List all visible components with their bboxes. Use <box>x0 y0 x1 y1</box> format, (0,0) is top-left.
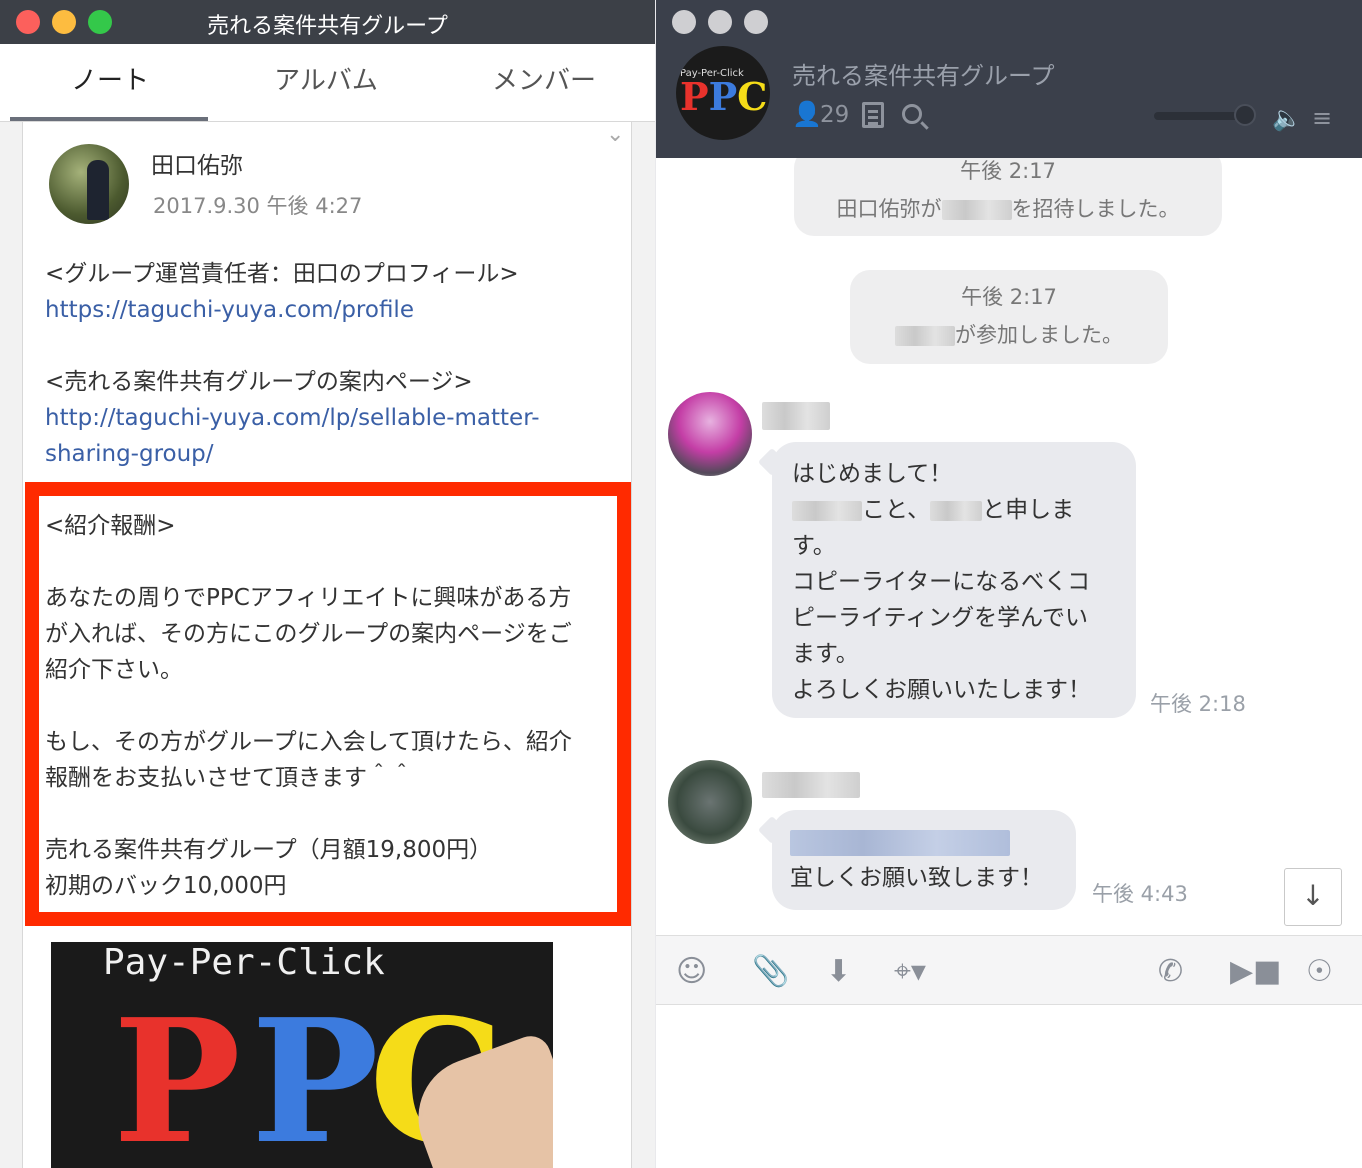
tab-member[interactable]: メンバー <box>444 60 644 97</box>
search-icon[interactable] <box>902 104 922 124</box>
referral-text: もし、その方がグループに入会して頂けたら、紹介 <box>45 729 572 755</box>
profile-link[interactable]: https://taguchi-yuya.com/profile <box>45 292 615 328</box>
live-icon[interactable]: ☉ <box>1306 954 1333 989</box>
scroll-down-button[interactable]: ↓ <box>1284 868 1342 926</box>
message-bubble[interactable]: 宜しくお願い致します！ <box>772 810 1076 910</box>
image-subtitle: Pay-Per-Click <box>103 942 385 983</box>
phone-icon[interactable]: ✆ <box>1158 954 1183 989</box>
post-date: 2017.9.30 午後 4:27 <box>153 194 363 218</box>
referral-text: 売れる案件共有グループ（月額19,800円） <box>45 837 493 863</box>
group-avatar[interactable]: Pay-Per-Click PPC <box>676 46 770 140</box>
sender-name <box>762 402 830 430</box>
volume-slider[interactable] <box>1154 112 1246 120</box>
author-name: 田口佑弥 <box>151 153 243 179</box>
person-icon[interactable]: 👤 <box>792 100 822 128</box>
video-icon[interactable]: ▶■ <box>1230 954 1281 989</box>
member-count[interactable]: 29 <box>820 102 849 128</box>
message-time: 午後 2:18 <box>1150 692 1246 716</box>
avatar-logo: PPC <box>680 74 768 119</box>
note-post: ⌄ 田口佑弥 2017.9.30 午後 4:27 <グループ運営責任者：田口のプ… <box>22 122 632 1168</box>
referral-heading: <紹介報酬> <box>45 513 176 539</box>
chat-messages[interactable]: 午後 2:17 田口佑弥が を招待しました。 午後 2:17 が参加しました。 は… <box>656 158 1362 935</box>
chevron-down-icon[interactable]: ⌄ <box>606 122 624 147</box>
volume-slider-knob[interactable] <box>1234 104 1256 126</box>
message-line: こと、 と申しま <box>792 492 1116 528</box>
active-tab-indicator <box>10 117 208 121</box>
window-title: 売れる案件共有グループ <box>207 14 448 39</box>
lp-link-line-2[interactable]: sharing-group/ <box>45 436 615 472</box>
chat-toolbar: ☺ 📎 ⬇ ⌖▾ ✆ ▶■ ☉ <box>656 935 1362 1005</box>
system-message-text: が参加しました。 <box>850 316 1168 354</box>
tab-bar: ノート アルバム メンバー <box>0 44 655 122</box>
paperclip-icon[interactable]: 📎 <box>752 954 789 989</box>
chat-window: Pay-Per-Click PPC 売れる案件共有グループ 👤 29 🔈 ≡ 午… <box>656 0 1362 1168</box>
system-message-text: 田口佑弥が を招待しました。 <box>836 197 1180 221</box>
message-line: 宜しくお願い致します！ <box>790 865 1043 891</box>
tab-note[interactable]: ノート <box>10 60 210 97</box>
message-line: よろしくお願いいたします！ <box>792 677 1091 703</box>
message-line: す。 <box>792 533 836 559</box>
menu-icon[interactable]: ≡ <box>1312 104 1332 132</box>
system-message-time: 午後 2:17 <box>961 285 1057 309</box>
note-icon[interactable] <box>862 102 884 128</box>
referral-text: あなたの周りでPPCアフィリエイトに興味がある方 <box>45 585 572 611</box>
tab-album[interactable]: アルバム <box>226 60 426 97</box>
download-icon[interactable]: ⬇ <box>826 954 851 989</box>
message-bubble[interactable]: はじめまして！ こと、 と申しま す。 コピーライターになるべくコ ピーライティン… <box>772 442 1136 718</box>
ppc-letter: P <box>251 982 379 1168</box>
minimize-button[interactable] <box>708 10 732 34</box>
lp-heading: <売れる案件共有グループの案内ページ> <box>45 369 473 395</box>
ppc-letter: P <box>113 982 241 1168</box>
system-message: 午後 2:17 が参加しました。 <box>850 270 1168 364</box>
group-name: 売れる案件共有グループ <box>792 62 1055 90</box>
author-avatar[interactable] <box>49 144 129 224</box>
sender-avatar[interactable] <box>668 392 752 476</box>
emoji-icon[interactable]: ☺ <box>676 954 707 989</box>
message-line: コピーライターになるべくコ <box>792 569 1091 595</box>
sender-avatar[interactable] <box>668 760 752 844</box>
left-titlebar: 売れる案件共有グループ <box>0 0 655 44</box>
speaker-icon[interactable]: 🔈 <box>1272 104 1302 132</box>
referral-text: が入れば、その方にこのグループの案内ページをご <box>45 621 572 647</box>
message-line: ピーライティングを学んでい <box>792 605 1089 631</box>
note-window: 売れる案件共有グループ ノート アルバム メンバー ⌄ 田口佑弥 2017.9.… <box>0 0 655 1168</box>
sender-name <box>762 772 860 798</box>
referral-text: 初期のバック10,000円 <box>45 873 287 899</box>
message-input[interactable] <box>656 1006 1362 1168</box>
message-time: 午後 4:43 <box>1092 882 1188 906</box>
chat-header: Pay-Per-Click PPC 売れる案件共有グループ 👤 29 🔈 ≡ <box>656 0 1362 158</box>
message-line: ます。 <box>792 641 859 667</box>
message-line <box>790 824 1058 860</box>
zoom-button[interactable] <box>744 10 768 34</box>
profile-heading: <グループ運営責任者：田口のプロフィール> <box>45 261 519 287</box>
message-line: はじめまして！ <box>792 461 953 487</box>
system-message-time: 午後 2:17 <box>960 159 1056 183</box>
system-message: 午後 2:17 田口佑弥が を招待しました。 <box>794 158 1222 236</box>
crop-icon[interactable]: ⌖▾ <box>894 954 926 989</box>
lp-link-line-1[interactable]: http://taguchi-yuya.com/lp/sellable-matt… <box>45 400 615 436</box>
close-button[interactable] <box>672 10 696 34</box>
referral-text: 報酬をお支払いさせて頂きます＾＾ <box>45 765 413 791</box>
ppc-image[interactable]: Pay-Per-Click P P C <box>51 942 553 1168</box>
referral-text: 紹介下さい。 <box>45 657 183 683</box>
